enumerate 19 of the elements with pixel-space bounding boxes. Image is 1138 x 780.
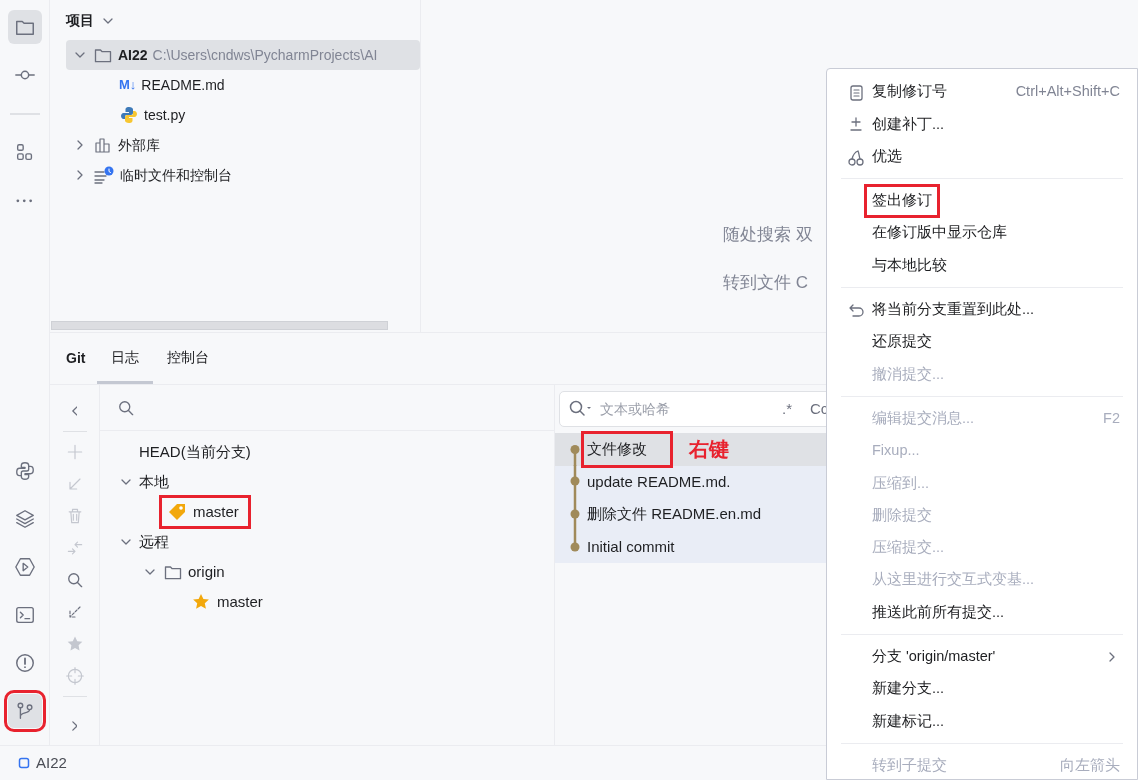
panel-title: 项目	[66, 10, 94, 30]
commit-message: Initial commit	[586, 536, 676, 557]
panel-title: Git	[65, 349, 87, 368]
tree-label: 本地	[139, 471, 169, 492]
markdown-icon: M↓	[119, 75, 137, 95]
tree-label: 临时文件和控制台	[120, 165, 232, 185]
tree-label: test.py	[144, 105, 186, 125]
annotation-label: 右键	[689, 437, 729, 463]
tree-label: HEAD(当前分支)	[139, 441, 251, 462]
tree-label: 外部库	[118, 135, 160, 155]
path-text: C:\Users\cndws\PycharmProjects\AI	[152, 45, 378, 65]
hint-text: 随处搜索 双	[723, 224, 813, 246]
tree-label: 远程	[139, 531, 169, 552]
tree-label: README.md	[141, 75, 225, 95]
commit-message: update README.md.	[586, 471, 732, 492]
commit-message: 删除文件 README.en.md	[586, 504, 763, 524]
tree-label: AI22	[118, 45, 148, 65]
tree-label: origin	[188, 561, 225, 582]
hint-text: 转到文件 C	[723, 271, 808, 294]
